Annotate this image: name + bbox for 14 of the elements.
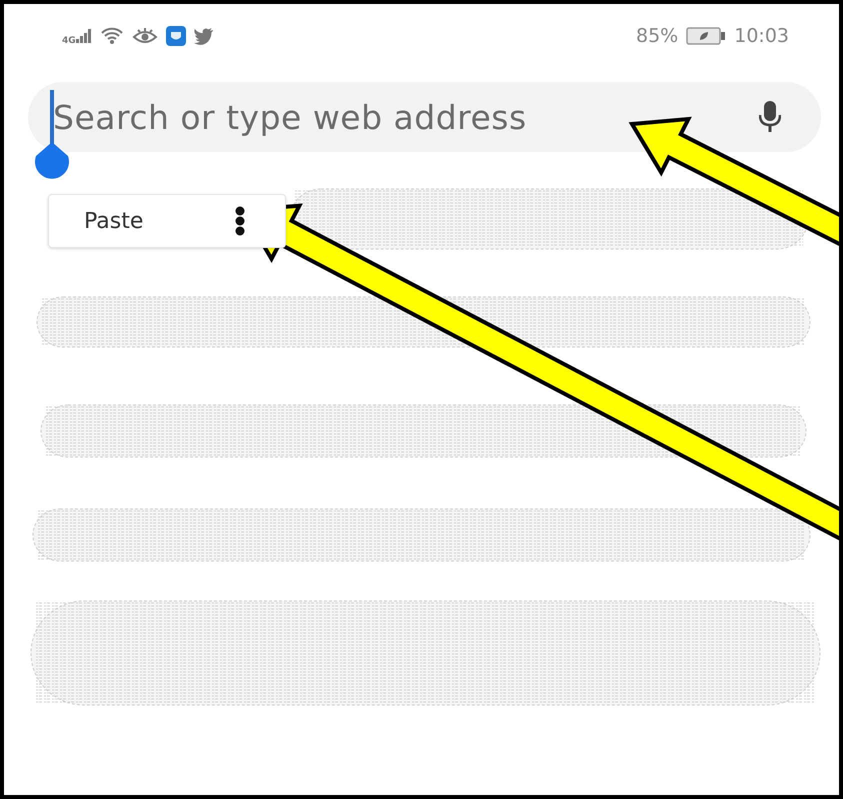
eye-icon bbox=[132, 27, 158, 45]
battery-icon bbox=[686, 27, 726, 45]
bird-icon bbox=[194, 28, 214, 44]
search-field[interactable]: Search or type web address bbox=[53, 98, 759, 136]
signal-icon bbox=[76, 29, 92, 43]
shield-app-icon bbox=[166, 26, 186, 46]
more-icon[interactable] bbox=[235, 206, 245, 236]
wifi-icon bbox=[100, 27, 124, 45]
clock: 10:03 bbox=[734, 25, 789, 47]
network-label: 4G bbox=[62, 36, 76, 46]
search-bar[interactable]: Search or type web address bbox=[28, 82, 821, 152]
microphone-icon[interactable] bbox=[759, 101, 781, 133]
paste-menu-item[interactable]: Paste bbox=[84, 208, 144, 234]
battery-percent: 85% bbox=[636, 25, 678, 47]
